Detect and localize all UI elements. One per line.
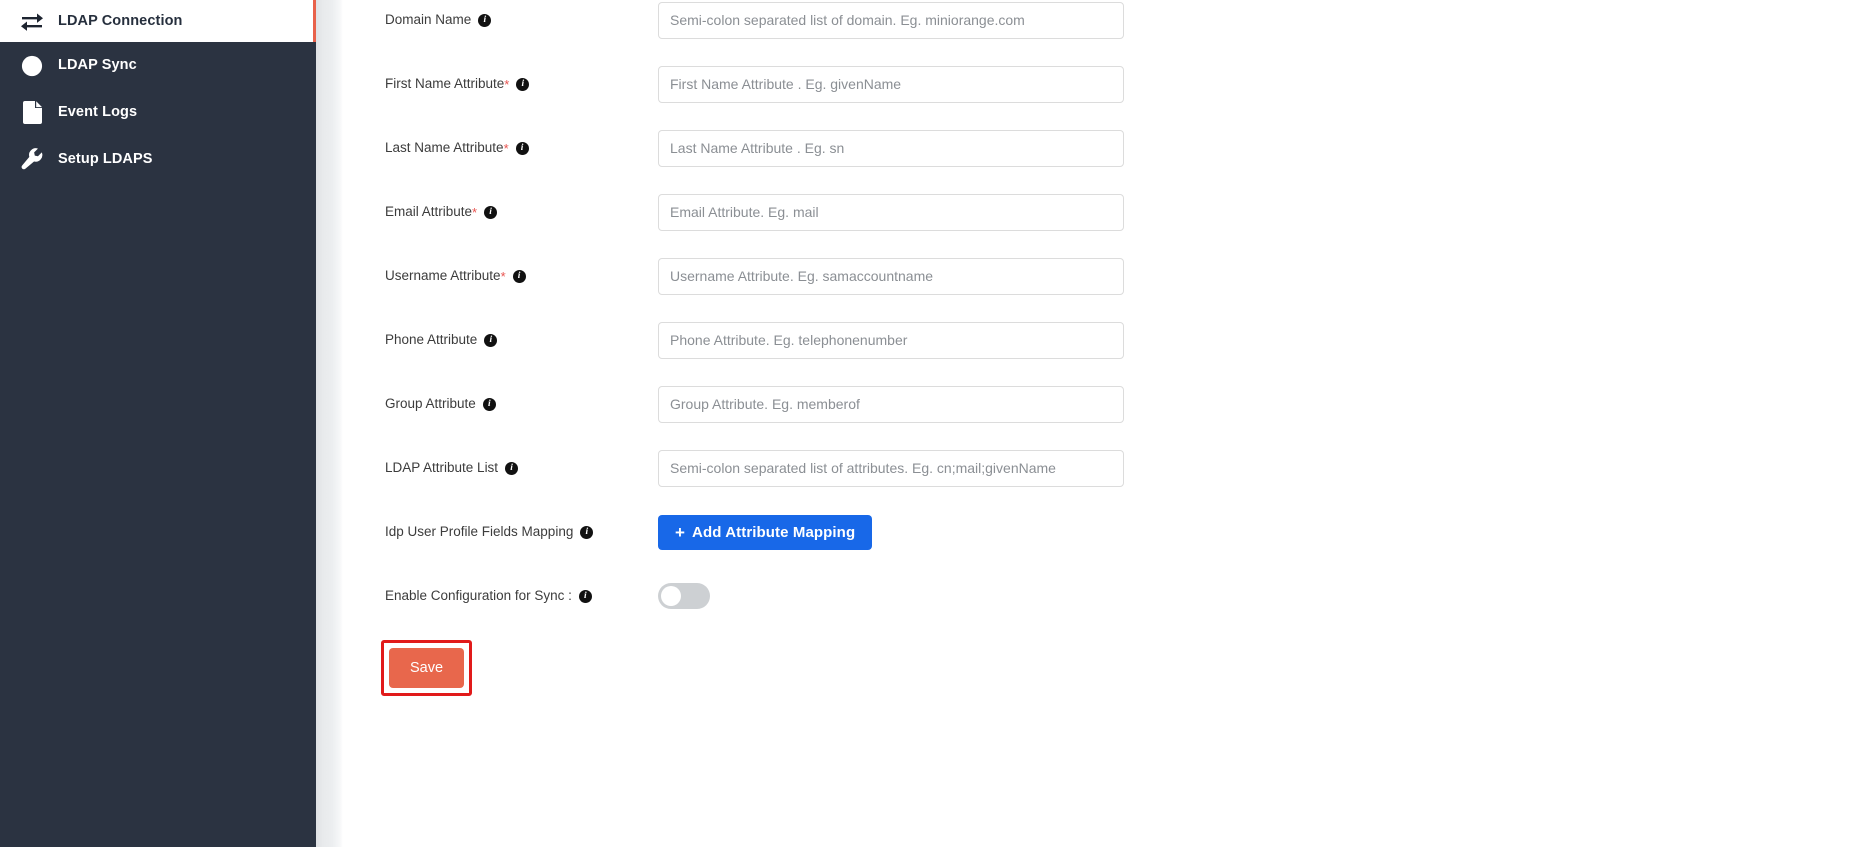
label-cell: Username Attribute * i: [343, 256, 658, 296]
main-content: Domain Name i First Name Attribute * i: [343, 0, 1858, 847]
field-label-domain-name: Domain Name i: [385, 12, 492, 28]
form-row-enable-configuration-for-sync: Enable Configuration for Sync : i: [343, 576, 1858, 640]
sidebar-item-label: LDAP Sync: [58, 57, 137, 74]
form-row-save: Save: [343, 640, 1858, 710]
form-row-username-attribute: Username Attribute * i: [343, 256, 1858, 320]
input-cell: [658, 448, 1124, 488]
field-label-text: Idp User Profile Fields Mapping: [385, 524, 574, 540]
field-label-first-name-attribute: First Name Attribute * i: [385, 76, 530, 92]
label-cell: Email Attribute * i: [343, 192, 658, 232]
info-icon[interactable]: i: [580, 525, 594, 539]
required-marker: *: [500, 268, 506, 284]
group-attribute-input[interactable]: [658, 385, 1124, 423]
field-label-group-attribute: Group Attribute i: [385, 397, 496, 411]
wrench-icon: [19, 147, 45, 173]
form-row-domain-name: Domain Name i: [343, 0, 1858, 64]
field-label-text: Domain Name: [385, 12, 472, 28]
form-row-email-attribute: Email Attribute * i: [343, 192, 1858, 256]
exchange-arrows-icon: [19, 8, 45, 34]
field-label-enable-configuration-for-sync: Enable Configuration for Sync : i: [385, 589, 592, 603]
save-button[interactable]: Save: [389, 648, 464, 688]
input-cell: [658, 576, 710, 616]
sidebar-item-label: LDAP Connection: [58, 12, 183, 29]
ldap-attribute-form: Domain Name i First Name Attribute * i: [343, 0, 1858, 710]
add-attribute-mapping-label: Add Attribute Mapping: [692, 523, 856, 541]
info-icon[interactable]: i: [515, 141, 529, 155]
required-marker: *: [503, 140, 509, 156]
field-label-text: Enable Configuration for Sync :: [385, 588, 572, 604]
username-attribute-input[interactable]: [658, 257, 1124, 295]
clock-icon: [19, 53, 45, 79]
field-label-text: Group Attribute: [385, 396, 476, 412]
info-icon[interactable]: i: [516, 77, 530, 91]
last-name-attribute-input[interactable]: [658, 129, 1124, 167]
required-marker: *: [504, 76, 510, 92]
sidebar-item-label: Event Logs: [58, 104, 138, 121]
field-label-text: Email Attribute: [385, 204, 473, 220]
info-icon[interactable]: i: [512, 269, 526, 283]
document-icon: [19, 100, 45, 126]
phone-attribute-input[interactable]: [658, 321, 1124, 359]
sidebar: LDAP Connection LDAP Sync Event Logs Set…: [0, 0, 316, 847]
label-cell: Domain Name i: [343, 0, 658, 40]
field-label-text: Last Name Attribute: [385, 140, 504, 156]
form-row-idp-user-profile-fields-mapping: Idp User Profile Fields Mapping i + Add …: [343, 512, 1858, 576]
domain-name-input[interactable]: [658, 1, 1124, 39]
save-cell: Save: [343, 640, 658, 696]
input-cell: [658, 320, 1124, 360]
info-icon[interactable]: i: [578, 589, 592, 603]
input-cell: [658, 128, 1124, 168]
form-row-last-name-attribute: Last Name Attribute * i: [343, 128, 1858, 192]
email-attribute-input[interactable]: [658, 193, 1124, 231]
label-cell: Phone Attribute i: [343, 320, 658, 360]
info-icon[interactable]: i: [484, 333, 498, 347]
toggle-knob: [661, 586, 681, 606]
info-icon[interactable]: i: [505, 461, 519, 475]
info-icon[interactable]: i: [482, 397, 496, 411]
input-cell: [658, 192, 1124, 232]
field-label-text: First Name Attribute: [385, 76, 505, 92]
input-cell: [658, 64, 1124, 104]
label-cell: Idp User Profile Fields Mapping i: [343, 512, 658, 552]
field-label-idp-user-profile-fields-mapping: Idp User Profile Fields Mapping i: [385, 524, 594, 540]
input-cell: [658, 384, 1124, 424]
sidebar-nav-list: LDAP Connection LDAP Sync Event Logs Set…: [0, 0, 316, 183]
info-icon[interactable]: i: [484, 205, 498, 219]
label-cell: Last Name Attribute * i: [343, 128, 658, 168]
add-attribute-mapping-button[interactable]: + Add Attribute Mapping: [658, 514, 873, 550]
label-cell: First Name Attribute * i: [343, 64, 658, 104]
required-marker: *: [472, 204, 478, 220]
label-cell: Group Attribute i: [343, 384, 658, 424]
sidebar-item-ldap-sync[interactable]: LDAP Sync: [0, 42, 316, 89]
input-cell: + Add Attribute Mapping: [658, 512, 873, 552]
label-cell: Enable Configuration for Sync : i: [343, 576, 658, 616]
field-label-email-attribute: Email Attribute * i: [385, 204, 498, 220]
sidebar-item-ldap-connection[interactable]: LDAP Connection: [0, 0, 316, 42]
enable-configuration-for-sync-toggle[interactable]: [658, 583, 710, 609]
input-cell: [658, 256, 1124, 296]
form-row-phone-attribute: Phone Attribute i: [343, 320, 1858, 384]
field-label-ldap-attribute-list: LDAP Attribute List i: [385, 460, 519, 476]
field-label-text: Username Attribute: [385, 268, 501, 284]
form-row-group-attribute: Group Attribute i: [343, 384, 1858, 448]
input-cell: [658, 0, 1124, 40]
info-icon[interactable]: i: [478, 13, 492, 27]
field-label-username-attribute: Username Attribute * i: [385, 269, 526, 283]
first-name-attribute-input[interactable]: [658, 65, 1124, 103]
save-button-highlight: Save: [381, 640, 472, 696]
sidebar-content-divider: [316, 0, 343, 847]
label-cell: LDAP Attribute List i: [343, 448, 658, 488]
form-row-ldap-attribute-list: LDAP Attribute List i: [343, 448, 1858, 512]
app-window: LDAP Connection LDAP Sync Event Logs Set…: [0, 0, 1858, 847]
field-label-text: LDAP Attribute List: [385, 460, 499, 476]
ldap-attribute-list-input[interactable]: [658, 449, 1124, 487]
sidebar-item-setup-ldaps[interactable]: Setup LDAPS: [0, 136, 316, 183]
field-label-phone-attribute: Phone Attribute i: [385, 332, 498, 348]
field-label-text: Phone Attribute: [385, 332, 478, 348]
field-label-last-name-attribute: Last Name Attribute * i: [385, 141, 529, 155]
plus-icon: +: [675, 522, 686, 542]
sidebar-item-event-logs[interactable]: Event Logs: [0, 89, 316, 136]
sidebar-item-label: Setup LDAPS: [58, 151, 153, 168]
form-row-first-name-attribute: First Name Attribute * i: [343, 64, 1858, 128]
